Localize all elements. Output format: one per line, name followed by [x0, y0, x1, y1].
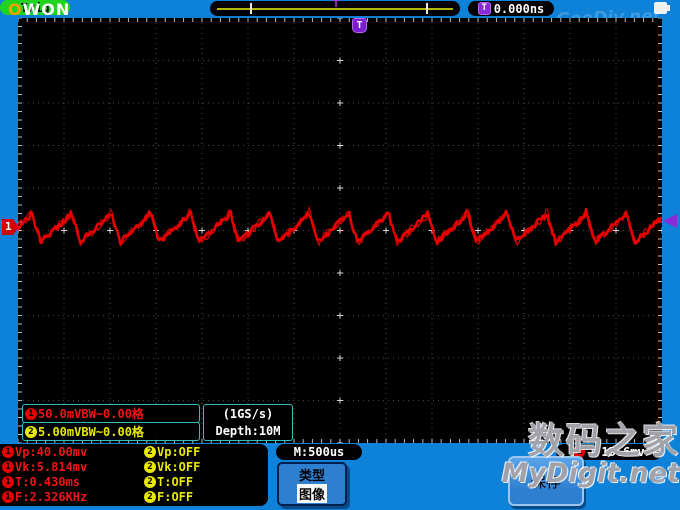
- save-button-label: 保存: [530, 472, 561, 491]
- save-button[interactable]: 保存: [508, 456, 584, 506]
- meas-ch1-vk: 1 Vk:5.814mv: [2, 460, 144, 474]
- ch2-badge: 2: [144, 490, 156, 503]
- brand-logo-o: O: [8, 0, 23, 19]
- acquisition-readout: (1GS/s) Depth:10M: [203, 404, 293, 441]
- ch2-badge: 2: [144, 460, 156, 473]
- meas-ch1-f: 1 F:2.326KHz: [2, 490, 144, 504]
- brand-logo-text: WON: [22, 0, 71, 19]
- channel1-scale-text: 50.0mVBW~0.00格: [38, 407, 144, 421]
- meas-ch1-vp-text: Vp:40.00mv: [15, 444, 88, 459]
- oscilloscope-screen: OWON Trig T T 0.000ns GeoDiy.net T 1 1 5…: [0, 0, 680, 510]
- meas-ch2-vp: 2 Vp:OFF: [144, 445, 268, 459]
- meas-ch1-vp: 1 Vp:40.00mv: [2, 445, 144, 459]
- channel2-scale-readout: 2 5.00mVBW~0.00格: [22, 422, 200, 441]
- trigger-position-mini-icon: T: [333, 0, 340, 10]
- channel1-scale-readout: 1 50.0mVBW~0.00格: [22, 404, 200, 423]
- window-start-tick: [250, 3, 252, 14]
- sample-rate: (1GS/s): [222, 406, 274, 421]
- record-depth: Depth:10M: [215, 424, 281, 439]
- channel1-position-marker[interactable]: 1: [2, 219, 19, 235]
- ch2-badge: 2: [144, 445, 156, 458]
- trigger-horizontal-marker-icon[interactable]: T: [352, 18, 367, 33]
- rising-edge-icon: [589, 447, 599, 457]
- channel2-scale-text: 5.00mVBW~0.00格: [38, 425, 144, 439]
- meas-ch2-f: 2 F:OFF: [144, 490, 268, 504]
- meas-ch2-t: 2 T:OFF: [144, 475, 268, 489]
- meas-ch1-vk-text: Vk:5.814mv: [15, 459, 88, 474]
- trigger-t-icon: T: [477, 2, 491, 15]
- meas-ch2-f-text: F:OFF: [157, 489, 194, 504]
- meas-ch2-vp-text: Vp:OFF: [157, 444, 201, 459]
- ch1-badge: 1: [2, 460, 14, 473]
- menu-type-value-selected[interactable]: 图像: [296, 484, 327, 504]
- ch2-badge: 2: [144, 475, 156, 488]
- channel1-badge: 1: [25, 407, 37, 420]
- brand-logo: OWON: [8, 0, 70, 19]
- waveform-canvas: [18, 18, 662, 443]
- graticule-area: T: [18, 18, 662, 443]
- ch1-badge: 1: [2, 445, 14, 458]
- timebase-readout: M:500us: [276, 444, 362, 460]
- menu-type-title: 类型: [298, 468, 325, 484]
- meas-ch1-t: 1 T:0.430ms: [2, 475, 144, 489]
- ch1-badge: 1: [2, 490, 14, 503]
- meas-ch2-t-text: T:OFF: [157, 474, 194, 489]
- meas-ch1-t-text: T:0.430ms: [15, 474, 81, 489]
- battery-icon: [654, 2, 670, 14]
- meas-ch1-f-text: F:2.326KHz: [15, 489, 88, 504]
- meas-ch2-vk-text: Vk:OFF: [157, 459, 201, 474]
- save-type-menu-button[interactable]: 类型 图像: [277, 462, 347, 506]
- trigger-time-value: 0.000ns: [493, 1, 545, 16]
- trigger-level-value: 13.6mv: [601, 445, 645, 459]
- trigger-level-arrow-icon[interactable]: [663, 214, 677, 228]
- trigger-time-readout: T 0.000ns: [468, 1, 554, 16]
- channel2-badge: 2: [25, 425, 37, 438]
- ch1-badge: 1: [2, 475, 14, 488]
- horizontal-position-indicator[interactable]: T: [210, 0, 460, 16]
- window-end-tick: [426, 3, 428, 14]
- meas-ch2-vk: 2 Vk:OFF: [144, 460, 268, 474]
- measurement-panel: 1 Vp:40.00mv 2 Vp:OFF 1 Vk:5.814mv 2 Vk:OFF …: [0, 444, 268, 506]
